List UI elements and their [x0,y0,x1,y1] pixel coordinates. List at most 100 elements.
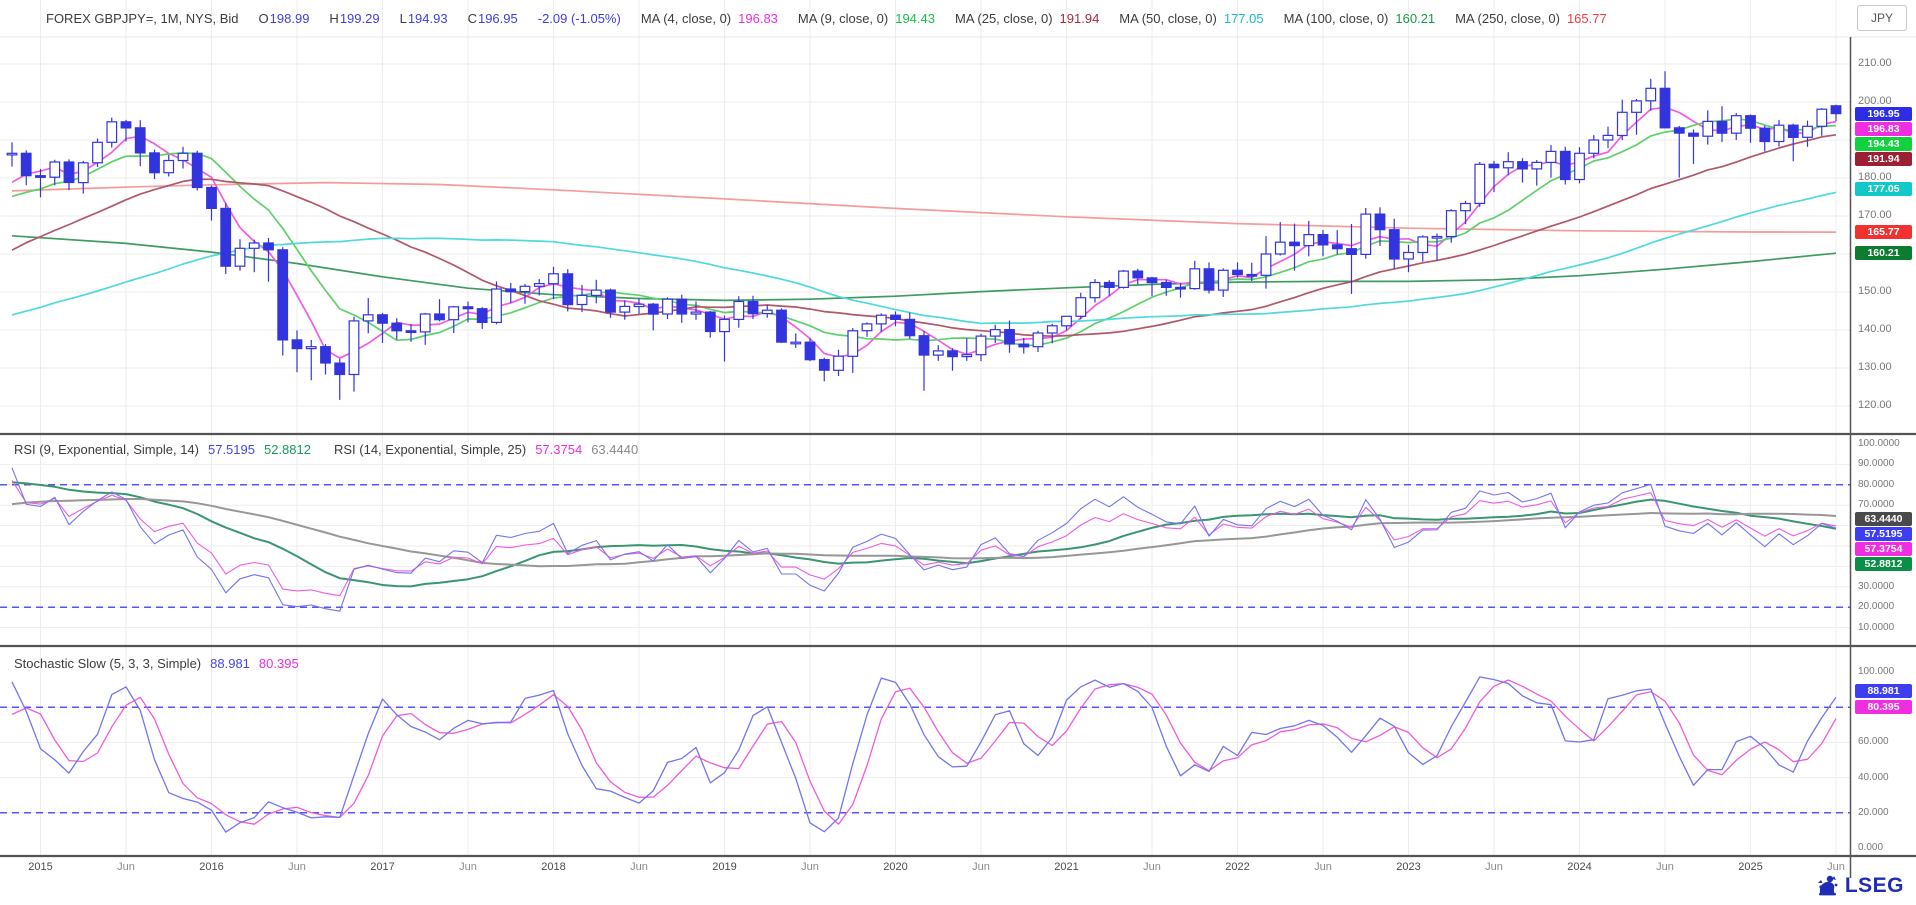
ma-legend-ma100[interactable]: MA (100, close, 0) 160.21 [1284,11,1436,26]
ma-legend-ma250[interactable]: MA (250, close, 0) 165.77 [1455,11,1607,26]
rsi-axis-label: 30.0000 [1858,581,1894,592]
time-axis-label: 2022 [1225,861,1249,873]
price-badge: 160.21 [1855,246,1912,260]
stoch-axis-label: 40.000 [1858,772,1889,783]
price-badge: 191.94 [1855,152,1912,166]
rsi-value-1: 57.5195 [208,442,255,457]
price-badge: 194.43 [1855,137,1912,151]
stoch-label[interactable]: Stochastic Slow (5, 3, 3, Simple) [14,656,201,671]
ma-legend-ma50[interactable]: MA (50, close, 0) 177.05 [1119,11,1263,26]
time-axis-label: Jun [1143,861,1161,873]
stoch-axis-label: 0.000 [1858,842,1883,853]
rsi-label-2[interactable]: RSI (14, Exponential, Simple, 25) [334,442,526,457]
time-axis-label: Jun [801,861,819,873]
currency-button[interactable]: JPY [1857,5,1907,31]
quote-close: C196.95 [468,11,518,26]
chart-header: FOREX GBPJPY=, 1M, NYS, Bid O198.99 H199… [0,0,1916,36]
rsi-header: RSI (9, Exponential, Simple, 14) 57.5195… [14,442,638,457]
price-badge: 177.05 [1855,182,1912,196]
rsi-axis-label: 70.0000 [1858,499,1894,510]
ma-legend-label: MA (100, close, 0) [1284,11,1389,26]
rsi-axis-label: 20.0000 [1858,601,1894,612]
lseg-logo-icon [1814,874,1840,898]
ma-legend-label: MA (9, close, 0) [798,11,888,26]
time-axis-label: 2016 [199,861,223,873]
rsi-axis-label: 10.0000 [1858,622,1894,633]
price-badge: 165.77 [1855,225,1912,239]
rsi-badge: 57.3754 [1855,542,1912,556]
time-axis-label: Jun [972,861,990,873]
rsi-ma-value-2: 63.4440 [591,442,638,457]
ma-legend-value: 177.05 [1224,11,1264,26]
time-axis-label: Jun [117,861,135,873]
ma-legend-value: 196.83 [738,11,778,26]
time-axis-label: 2025 [1738,861,1762,873]
stoch-axis-label: 100.000 [1858,666,1894,677]
price-axis-label: 150.00 [1858,285,1892,297]
stoch-badge: 80.395 [1855,700,1912,714]
time-axis-label: Jun [288,861,306,873]
rsi-label-1[interactable]: RSI (9, Exponential, Simple, 14) [14,442,199,457]
rsi-axis-label: 100.0000 [1858,438,1900,449]
stoch-pane-surface[interactable] [0,648,1850,855]
ma-legend-value: 160.21 [1395,11,1435,26]
time-axis-label: 2024 [1567,861,1591,873]
time-axis-label: Jun [630,861,648,873]
ma-legend-ma4[interactable]: MA (4, close, 0) 196.83 [641,11,778,26]
time-axis-label: Jun [1314,861,1332,873]
price-axis-label: 130.00 [1858,361,1892,373]
rsi-badge: 52.8812 [1855,557,1912,571]
quote-high: H199.29 [329,11,379,26]
ma-legend-ma9[interactable]: MA (9, close, 0) 194.43 [798,11,935,26]
main-pane-surface[interactable] [0,40,1850,433]
ma-legend-label: MA (250, close, 0) [1455,11,1560,26]
instrument-title[interactable]: FOREX GBPJPY=, 1M, NYS, Bid [46,11,239,26]
quote-change: -2.09 (-1.05%) [538,11,621,26]
price-badge: 196.83 [1855,122,1912,136]
stoch-k-value: 88.981 [210,656,250,671]
stoch-d-value: 80.395 [259,656,299,671]
rsi-value-2: 57.3754 [535,442,582,457]
ma-legend-label: MA (25, close, 0) [955,11,1053,26]
rsi-axis-label: 90.0000 [1858,458,1894,469]
price-axis-label: 180.00 [1858,171,1892,183]
time-axis-label: 2023 [1396,861,1420,873]
ma-legend-label: MA (50, close, 0) [1119,11,1217,26]
price-axis-label: 170.00 [1858,209,1892,221]
stoch-axis-label: 20.000 [1858,807,1889,818]
rsi-ma-value-1: 52.8812 [264,442,311,457]
ma-legend-ma25[interactable]: MA (25, close, 0) 191.94 [955,11,1099,26]
stoch-badge: 88.981 [1855,684,1912,698]
price-badge: 196.95 [1855,107,1912,121]
lseg-logo-text: LSEG [1845,874,1904,898]
time-axis-label: Jun [1485,861,1503,873]
time-axis-label: 2015 [28,861,52,873]
ma-legend-value: 191.94 [1060,11,1100,26]
chart-window: FOREX GBPJPY=, 1M, NYS, Bid O198.99 H199… [0,0,1916,905]
time-axis-label: Jun [1656,861,1674,873]
price-axis-label: 120.00 [1858,399,1892,411]
ma-legend-value: 194.43 [895,11,935,26]
stochastic-header: Stochastic Slow (5, 3, 3, Simple) 88.981… [14,656,299,671]
rsi-badge: 57.5195 [1855,527,1912,541]
lseg-logo: LSEG [1814,874,1904,898]
time-axis-label: 2021 [1054,861,1078,873]
price-axis-label: 210.00 [1858,57,1892,69]
time-axis-label: 2017 [370,861,394,873]
ma-legend-label: MA (4, close, 0) [641,11,731,26]
time-axis-label: Jun [459,861,477,873]
time-axis-label: Jun [1827,861,1845,873]
stoch-axis-label: 60.000 [1858,736,1889,747]
quote-low: L194.93 [400,11,448,26]
ma-legend-value: 165.77 [1567,11,1607,26]
ma-legend: MA (4, close, 0) 196.83 MA (9, close, 0) 19… [641,11,1607,26]
time-axis-label: 2019 [712,861,736,873]
rsi-badge: 63.4440 [1855,512,1912,526]
time-axis-label: 2018 [541,861,565,873]
quote-open: O198.99 [259,11,310,26]
price-axis-label: 140.00 [1858,323,1892,335]
rsi-pane-surface[interactable] [0,436,1850,645]
time-axis-label: 2020 [883,861,907,873]
rsi-axis-label: 80.0000 [1858,479,1894,490]
price-axis-label: 200.00 [1858,95,1892,107]
